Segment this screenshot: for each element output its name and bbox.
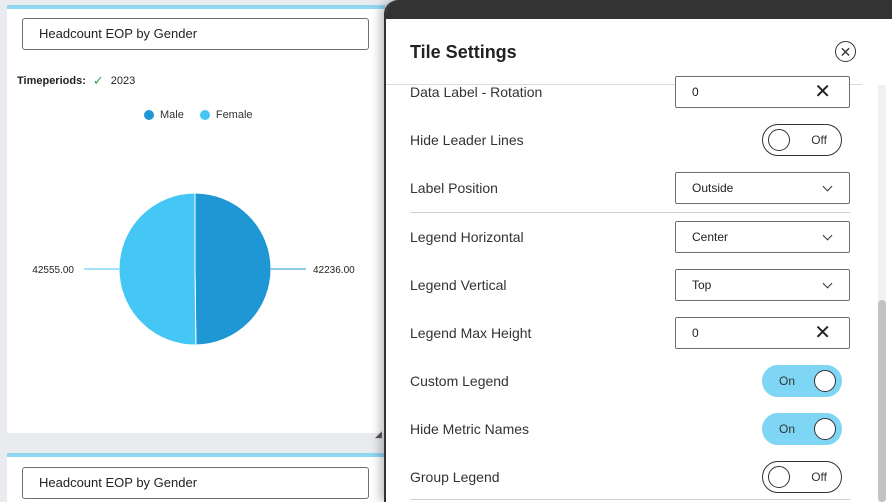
section-divider: [410, 212, 850, 213]
chart-tile: Headcount EOP by Gender Timeperiods: ✓ 2…: [7, 5, 385, 439]
setting-label: Hide Leader Lines: [410, 132, 524, 148]
chart-tile-2: Headcount EOP by Gender: [7, 453, 385, 502]
legend-max-height-input[interactable]: 0 ✕: [675, 317, 850, 349]
setting-legend-max-height: Legend Max Height 0 ✕: [410, 316, 850, 350]
setting-label: Hide Metric Names: [410, 421, 530, 437]
clear-icon[interactable]: ✕: [814, 82, 831, 102]
data-label-rotation-input[interactable]: 0 ✕: [675, 76, 850, 108]
select-value: Top: [692, 278, 712, 292]
data-label-male: 42236.00: [313, 265, 355, 276]
toggle-knob: [768, 466, 790, 488]
setting-hide-metric-names: Hide Metric Names On: [410, 412, 850, 446]
toggle-knob: [814, 370, 836, 392]
toggle-state: Off: [811, 133, 827, 147]
close-circle-icon[interactable]: ✕: [835, 41, 856, 62]
toggle-state: On: [779, 374, 796, 388]
setting-label: Label Position: [410, 180, 498, 196]
scrollbar-thumb[interactable]: [878, 300, 886, 502]
setting-custom-legend: Custom Legend On: [410, 364, 850, 398]
toggle-knob: [768, 129, 790, 151]
setting-legend-vertical: Legend Vertical Top: [410, 268, 850, 302]
resize-handle-icon[interactable]: ◢: [375, 429, 382, 440]
tile-settings-panel: Tile Settings ✕ Data Label - Rotation 0 …: [384, 0, 892, 502]
setting-label-position: Label Position Outside: [410, 171, 850, 205]
panel-title: Tile Settings: [410, 42, 517, 62]
setting-label: Legend Vertical: [410, 277, 507, 293]
input-value: 0: [692, 85, 699, 99]
legend-horizontal-select[interactable]: Center: [675, 221, 850, 253]
toggle-knob: [814, 418, 836, 440]
custom-legend-toggle[interactable]: On: [762, 365, 842, 397]
group-legend-toggle[interactable]: Off: [762, 461, 842, 493]
section-divider: [410, 499, 850, 500]
setting-label: Data Label - Rotation: [410, 84, 543, 100]
toggle-state: Off: [811, 470, 827, 484]
setting-data-label-rotation: Data Label - Rotation 0 ✕: [410, 75, 850, 109]
setting-label: Legend Horizontal: [410, 229, 524, 245]
chevron-down-icon: [822, 278, 833, 288]
input-value: 0: [692, 326, 699, 340]
select-value: Center: [692, 230, 729, 244]
hide-metric-names-toggle[interactable]: On: [762, 413, 842, 445]
tile-2-title-field[interactable]: Headcount EOP by Gender: [22, 467, 369, 499]
pie-chart: 42236.00 42555.00: [32, 192, 355, 346]
pie-slice-female[interactable]: [118, 192, 197, 346]
chevron-down-icon: [822, 230, 833, 240]
select-value: Outside: [692, 181, 734, 195]
panel-scrollbar[interactable]: [878, 85, 886, 502]
data-label-female: 42555.00: [32, 265, 74, 276]
setting-label: Group Legend: [410, 469, 500, 485]
setting-label: Legend Max Height: [410, 325, 532, 341]
setting-label: Custom Legend: [410, 373, 509, 389]
chevron-down-icon: [822, 181, 833, 191]
clear-icon[interactable]: ✕: [814, 323, 831, 343]
label-position-select[interactable]: Outside: [675, 172, 850, 204]
toggle-state: On: [779, 422, 796, 436]
panel-top-bar: [386, 0, 892, 19]
setting-group-legend: Group Legend Off: [410, 460, 850, 494]
setting-legend-horizontal: Legend Horizontal Center: [410, 220, 850, 254]
legend-vertical-select[interactable]: Top: [675, 269, 850, 301]
hide-leader-lines-toggle[interactable]: Off: [762, 124, 842, 156]
setting-hide-leader-lines: Hide Leader Lines Off: [410, 123, 850, 157]
pie-slice-male[interactable]: [194, 192, 272, 346]
